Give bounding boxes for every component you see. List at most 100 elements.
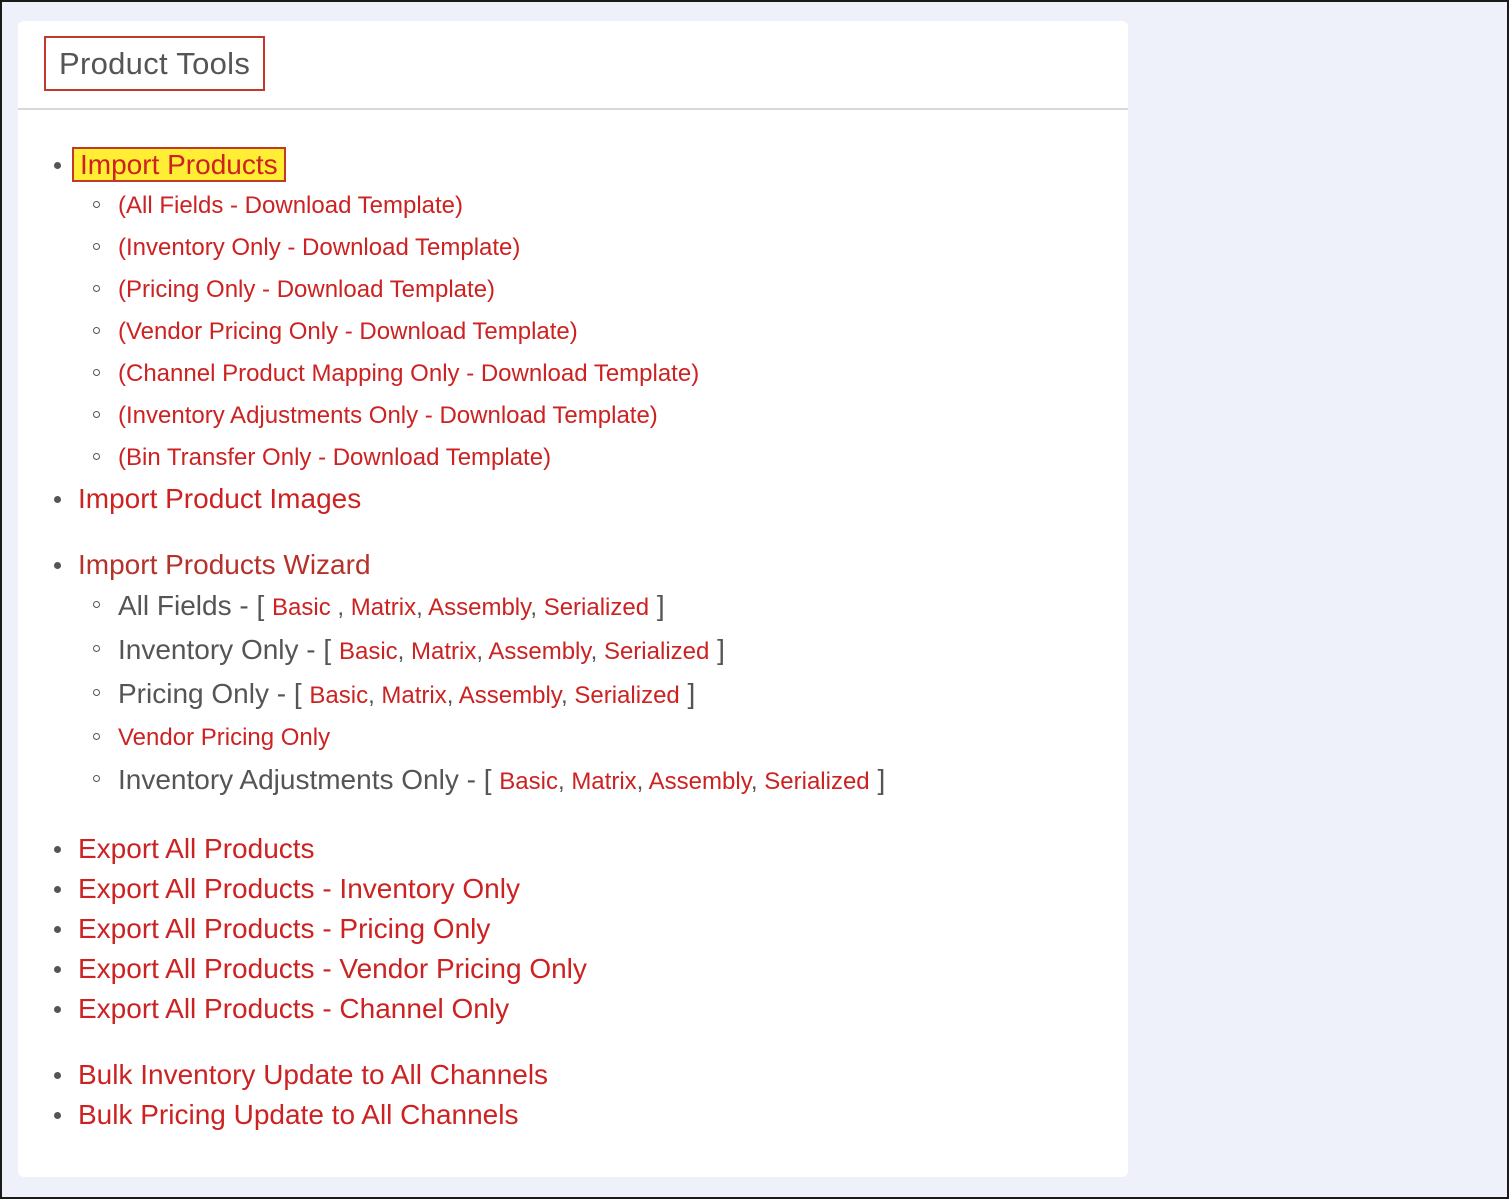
wizard-row-all-fields: All Fields - [ Basic , Matrix, Assembly,…: [18, 585, 1128, 629]
wizard-row-inventory-only: Inventory Only - [ Basic, Matrix, Assemb…: [18, 629, 1128, 673]
import-products-link[interactable]: Import Products: [72, 147, 286, 182]
tools-list: Import Products (All Fields - Download T…: [18, 145, 1128, 1135]
open-bracket: [: [483, 764, 492, 795]
wizard-assembly-link[interactable]: Assembly: [459, 682, 561, 709]
template-item: (Inventory Only - Download Template): [18, 227, 1128, 269]
bulk-pricing-update-link[interactable]: Bulk Pricing Update to All Channels: [78, 1099, 518, 1130]
import-products-wizard-link[interactable]: Import Products Wizard: [78, 549, 371, 580]
bullet-icon: [54, 886, 61, 893]
template-vendor-pricing-link[interactable]: (Vendor Pricing Only - Download Template…: [118, 318, 578, 345]
template-item: (Pricing Only - Download Template): [18, 269, 1128, 311]
export-inventory-only-link[interactable]: Export All Products - Inventory Only: [78, 873, 520, 904]
wizard-matrix-link[interactable]: Matrix: [411, 638, 476, 665]
separator: ,: [557, 768, 572, 795]
circle-bullet-icon: [93, 369, 100, 376]
wizard-basic-link[interactable]: Basic: [339, 638, 398, 665]
wizard-serialized-link[interactable]: Serialized: [604, 638, 709, 665]
list-item-import-products: Import Products (All Fields - Download T…: [18, 145, 1128, 479]
circle-bullet-icon: [93, 645, 100, 652]
wizard-row-vendor-pricing: Vendor Pricing Only: [18, 717, 1128, 759]
wizard-basic-link[interactable]: Basic: [309, 682, 368, 709]
separator: ,: [590, 638, 604, 665]
template-item: (All Fields - Download Template): [18, 185, 1128, 227]
template-item: (Bin Transfer Only - Download Template): [18, 437, 1128, 479]
export-pricing-only-link[interactable]: Export All Products - Pricing Only: [78, 913, 490, 944]
wizard-vendor-pricing-link[interactable]: Vendor Pricing Only: [118, 724, 330, 751]
wizard-assembly-link[interactable]: Assembly: [428, 594, 530, 621]
wizard-row-label: Inventory Adjustments Only -: [118, 764, 484, 795]
wizard-row-label: Inventory Only -: [118, 634, 324, 665]
wizard-serialized-link[interactable]: Serialized: [544, 594, 649, 621]
separator: ,: [636, 768, 649, 795]
circle-bullet-icon: [93, 601, 100, 608]
product-tools-panel: Product Tools Import Products (All Field…: [18, 21, 1128, 1177]
spacer: [18, 803, 1128, 829]
wizard-matrix-link[interactable]: Matrix: [381, 682, 446, 709]
wizard-serialized-link[interactable]: Serialized: [764, 768, 869, 795]
circle-bullet-icon: [93, 733, 100, 740]
circle-bullet-icon: [93, 411, 100, 418]
template-list: (All Fields - Download Template) (Invent…: [18, 185, 1128, 479]
separator: ,: [446, 682, 459, 709]
circle-bullet-icon: [93, 775, 100, 782]
separator: ,: [397, 638, 411, 665]
list-item-export: Export All Products - Pricing Only: [18, 909, 1128, 949]
separator: ,: [368, 682, 382, 709]
template-inventory-adjustments-link[interactable]: (Inventory Adjustments Only - Download T…: [118, 402, 658, 429]
list-item-export: Export All Products: [18, 829, 1128, 869]
wizard-basic-link[interactable]: Basic: [499, 768, 558, 795]
bullet-icon: [54, 926, 61, 933]
template-channel-mapping-link[interactable]: (Channel Product Mapping Only - Download…: [118, 360, 699, 387]
close-bracket: ]: [877, 764, 886, 795]
panel-title-box: Product Tools: [44, 36, 266, 91]
wizard-serialized-link[interactable]: Serialized: [574, 682, 679, 709]
separator: ,: [750, 768, 765, 795]
template-item: (Channel Product Mapping Only - Download…: [18, 353, 1128, 395]
template-pricing-link[interactable]: (Pricing Only - Download Template): [118, 276, 495, 303]
export-channel-only-link[interactable]: Export All Products - Channel Only: [78, 993, 509, 1024]
circle-bullet-icon: [93, 243, 100, 250]
bullet-icon: [54, 1006, 61, 1013]
wizard-row-label: All Fields -: [118, 590, 257, 621]
template-inventory-link[interactable]: (Inventory Only - Download Template): [118, 234, 520, 261]
circle-bullet-icon: [93, 689, 100, 696]
template-bin-transfer-link[interactable]: (Bin Transfer Only - Download Template): [118, 444, 551, 471]
list-item-bulk: Bulk Inventory Update to All Channels: [18, 1055, 1128, 1095]
bulk-inventory-update-link[interactable]: Bulk Inventory Update to All Channels: [78, 1059, 548, 1090]
export-all-products-link[interactable]: Export All Products: [78, 833, 315, 864]
open-bracket: [: [293, 678, 302, 709]
bullet-icon: [54, 966, 61, 973]
panel-title: Product Tools: [59, 46, 251, 81]
wizard-row-label: Pricing Only -: [118, 678, 294, 709]
bullet-icon: [54, 1112, 61, 1119]
export-vendor-pricing-only-link[interactable]: Export All Products - Vendor Pricing Onl…: [78, 953, 587, 984]
bullet-icon: [54, 496, 61, 503]
wizard-assembly-link[interactable]: Assembly: [488, 638, 590, 665]
close-bracket: ]: [687, 678, 696, 709]
tools-list-container: Import Products (All Fields - Download T…: [18, 145, 1128, 1135]
bullet-icon: [54, 1072, 61, 1079]
bullet-icon: [54, 562, 61, 569]
close-bracket: ]: [717, 634, 725, 665]
bullet-icon: [54, 162, 61, 169]
circle-bullet-icon: [93, 327, 100, 334]
separator: ,: [330, 594, 351, 621]
separator: ,: [561, 682, 575, 709]
circle-bullet-icon: [93, 285, 100, 292]
bullet-icon: [54, 846, 61, 853]
list-item-export: Export All Products - Inventory Only: [18, 869, 1128, 909]
wizard-matrix-link[interactable]: Matrix: [351, 594, 416, 621]
template-item: (Vendor Pricing Only - Download Template…: [18, 311, 1128, 353]
wizard-matrix-link[interactable]: Matrix: [571, 768, 636, 795]
circle-bullet-icon: [93, 453, 100, 460]
wizard-list: All Fields - [ Basic , Matrix, Assembly,…: [18, 585, 1128, 803]
wizard-row-inventory-adjustments: Inventory Adjustments Only - [ Basic, Ma…: [18, 759, 1128, 803]
open-bracket: [: [323, 634, 332, 665]
template-all-fields-link[interactable]: (All Fields - Download Template): [118, 192, 463, 219]
list-item-import-product-images: Import Product Images: [18, 479, 1128, 519]
wizard-assembly-link[interactable]: Assembly: [649, 768, 751, 795]
wizard-basic-link[interactable]: Basic: [272, 594, 331, 621]
spacer: [18, 1029, 1128, 1055]
import-product-images-link[interactable]: Import Product Images: [78, 483, 361, 514]
list-item-bulk: Bulk Pricing Update to All Channels: [18, 1095, 1128, 1135]
